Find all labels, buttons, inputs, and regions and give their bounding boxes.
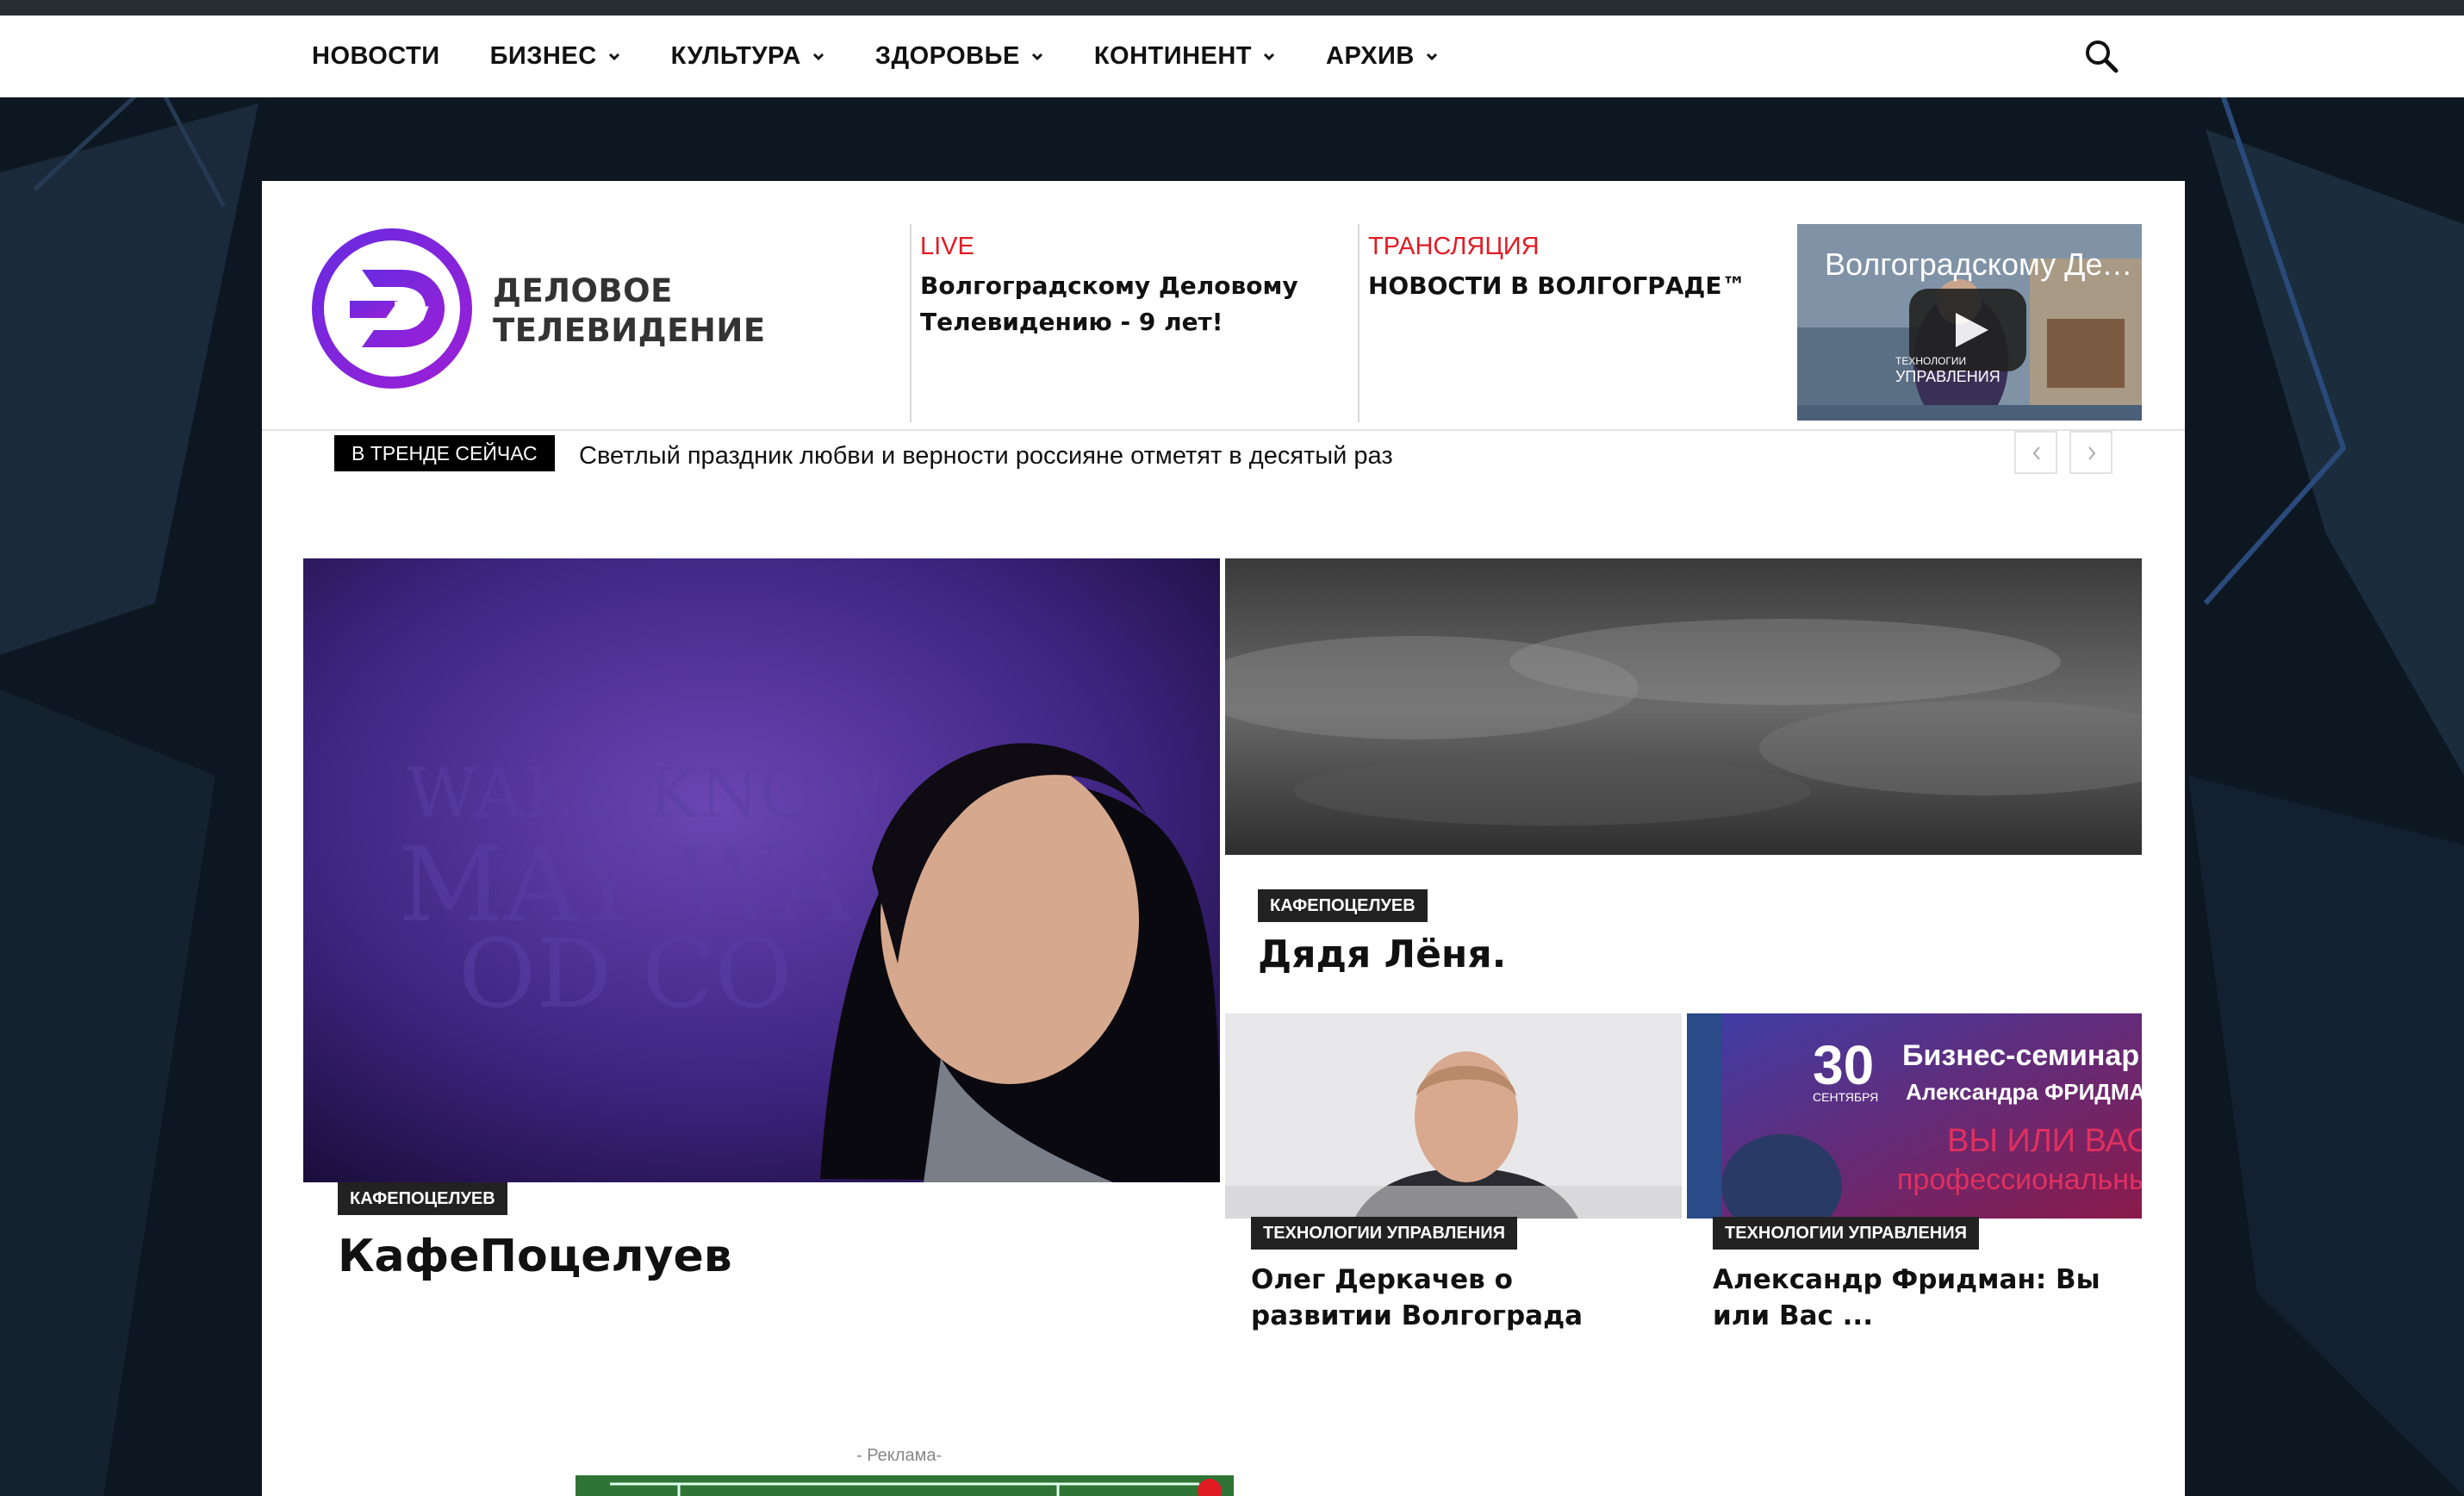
logo-line-2: ТЕЛЕВИДЕНИЕ bbox=[493, 312, 766, 349]
header-divider bbox=[910, 224, 912, 422]
top-navigation-bar: НОВОСТИ БИЗНЕС КУЛЬТУРА ЗДОРОВЬЕ КОНТИНЕ… bbox=[0, 16, 2464, 97]
nav-item-label: БИЗНЕС bbox=[489, 42, 597, 70]
video-caption-big: УПРАВЛЕНИЯ bbox=[1895, 368, 2000, 385]
trending-prev-button[interactable] bbox=[2014, 431, 2057, 474]
ad-label: - Реклама- bbox=[856, 1446, 943, 1465]
chevron-left-icon bbox=[2032, 446, 2040, 460]
promo-live[interactable]: LIVE Волгоградскому Деловому Телевидению… bbox=[920, 233, 1334, 340]
logo-mark: Tv bbox=[312, 228, 472, 389]
chevron-down-icon bbox=[812, 53, 824, 60]
promo-tag: ТРАНСЛЯЦИЯ bbox=[1368, 233, 1540, 260]
nav-item-news[interactable]: НОВОСТИ bbox=[312, 42, 440, 71]
trending-headline[interactable]: Светлый праздник любви и верности россия… bbox=[579, 442, 1393, 471]
promo-tag: LIVE bbox=[920, 233, 974, 260]
nav-item-label: АРХИВ bbox=[1326, 42, 1415, 70]
category-badge[interactable]: КАФЕПОЦЕЛУЕВ bbox=[338, 1182, 507, 1215]
logo-mark-text: Tv bbox=[395, 297, 429, 327]
svg-text:OD CO: OD CO bbox=[458, 919, 793, 1029]
author-name[interactable]: admin bbox=[339, 1300, 398, 1322]
header-bottom-border bbox=[262, 429, 2185, 431]
chevron-down-icon bbox=[608, 53, 619, 60]
category-badge[interactable]: ТЕХНОЛОГИИ УПРАВЛЕНИЯ bbox=[1713, 1217, 1979, 1250]
seminar-month: СЕНТЯБРЯ bbox=[1813, 1090, 1878, 1104]
meta-separator: - bbox=[403, 1300, 410, 1322]
seminar-line-1: Бизнес-семинар bbox=[1902, 1039, 2139, 1072]
nav-item-culture[interactable]: КУЛЬТУРА bbox=[671, 42, 825, 71]
chevron-down-icon bbox=[1263, 53, 1275, 60]
ad-banner-image bbox=[576, 1475, 1234, 1496]
header-divider bbox=[1358, 224, 1360, 422]
nav-item-continent[interactable]: КОНТИНЕНТ bbox=[1094, 42, 1276, 71]
nav-item-label: КОНТИНЕНТ bbox=[1093, 42, 1253, 70]
article-image[interactable] bbox=[1225, 1013, 1682, 1219]
logo-text: ДЕЛОВОЕ ТЕЛЕВИДЕНИЕ bbox=[493, 271, 766, 351]
logo-line-1: ДЕЛОВОЕ bbox=[493, 272, 673, 309]
article-meta: admin - 25.07.2018 bbox=[339, 1300, 514, 1323]
content-panel: Tv ДЕЛОВОЕ ТЕЛЕВИДЕНИЕ LIVE Волгоградско… bbox=[262, 181, 2185, 1496]
video-caption-small: ТЕХНОЛОГИИ bbox=[1895, 355, 1967, 367]
promo-broadcast[interactable]: ТРАНСЛЯЦИЯ НОВОСТИ В ВОЛГОГРАДЕ™ bbox=[1368, 233, 1782, 304]
promo-title: Волгоградскому Деловому Телевидению - 9 … bbox=[920, 271, 1298, 336]
main-menu: НОВОСТИ БИЗНЕС КУЛЬТУРА ЗДОРОВЬЕ КОНТИНЕ… bbox=[312, 16, 1489, 97]
trending-badge: В ТРЕНДЕ СЕЙЧАС bbox=[334, 435, 555, 471]
video-thumbnail[interactable]: Волгоградскому Деловому Телевидению ТЕХН… bbox=[1797, 224, 2142, 421]
trending-next-button[interactable] bbox=[2069, 431, 2112, 474]
chevron-down-icon bbox=[1426, 53, 1437, 60]
seminar-line-4: профессиональные bbox=[1897, 1163, 2142, 1196]
article-date: 25.07.2018 bbox=[415, 1300, 515, 1322]
article-title[interactable]: Александр Фридман: Вы или Вас ... bbox=[1713, 1262, 2118, 1334]
video-title: Волгоградскому Деловому Телевидению bbox=[1825, 246, 2135, 282]
svg-text:WAKE KNOW: WAKE KNOW bbox=[407, 753, 887, 833]
video-caption: ТЕХНОЛОГИИ УПРАВЛЕНИЯ bbox=[1895, 353, 2000, 384]
promo-title: НОВОСТИ В ВОЛГОГРАДЕ™ bbox=[1368, 271, 1746, 300]
nav-item-business[interactable]: БИЗНЕС bbox=[490, 42, 621, 71]
site-logo[interactable]: Tv ДЕЛОВОЕ ТЕЛЕВИДЕНИЕ bbox=[312, 228, 777, 392]
search-icon[interactable] bbox=[2083, 38, 2119, 74]
category-badge[interactable]: КАФЕПОЦЕЛУЕВ bbox=[1258, 889, 1428, 922]
featured-secondary-image[interactable] bbox=[1225, 558, 2142, 855]
nav-item-label: НОВОСТИ bbox=[312, 42, 440, 70]
chevron-down-icon bbox=[1031, 53, 1042, 60]
nav-item-label: ЗДОРОВЬЕ bbox=[874, 42, 1020, 70]
featured-secondary-title[interactable]: Дядя Лёня. bbox=[1258, 932, 1506, 976]
article-image[interactable]: 30 СЕНТЯБРЯ Бизнес-семинар Александра ФР… bbox=[1687, 1013, 2142, 1219]
category-badge[interactable]: ТЕХНОЛОГИИ УПРАВЛЕНИЯ bbox=[1251, 1217, 1517, 1250]
browser-top-strip bbox=[0, 0, 2464, 16]
article-title[interactable]: Олег Деркачев о развитии Волгограда bbox=[1251, 1262, 1647, 1334]
ad-banner[interactable] bbox=[576, 1475, 1234, 1496]
seminar-line-2: Александра ФРИДМАНА bbox=[1906, 1079, 2142, 1105]
seminar-day: 30 bbox=[1813, 1034, 1874, 1096]
featured-main-title[interactable]: КафеПоцелуев bbox=[338, 1231, 732, 1282]
seminar-line-3: ВЫ ИЛИ ВАС bbox=[1947, 1123, 2142, 1159]
featured-main-image[interactable]: WAKE KNOW MAY WA OD CO bbox=[303, 558, 1220, 1182]
nav-item-health[interactable]: ЗДОРОВЬЕ bbox=[875, 42, 1044, 71]
nav-item-archive[interactable]: АРХИВ bbox=[1326, 42, 1439, 71]
chevron-right-icon bbox=[2088, 446, 2096, 460]
nav-item-label: КУЛЬТУРА bbox=[670, 42, 801, 70]
